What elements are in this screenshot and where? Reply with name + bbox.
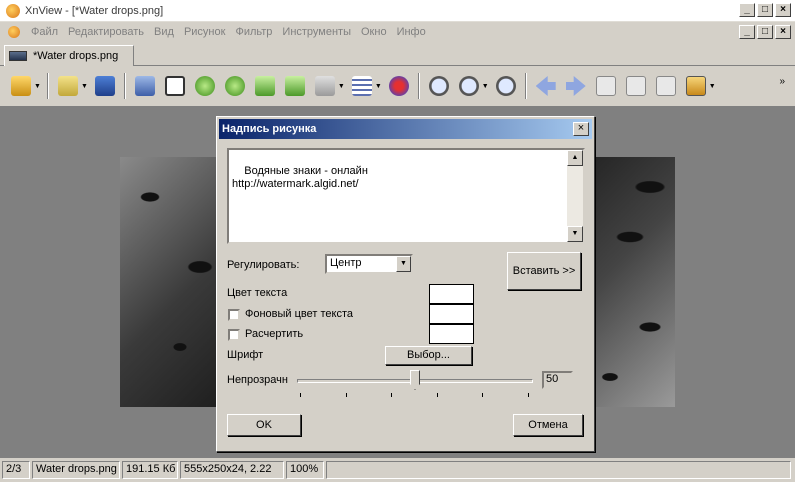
toolbar-separator bbox=[46, 73, 49, 99]
status-zoom: 100% bbox=[286, 461, 324, 479]
rotate-right-icon[interactable] bbox=[222, 73, 248, 99]
tab-bar: *Water drops.png bbox=[0, 42, 795, 66]
slider-tick bbox=[482, 393, 483, 397]
align-value: Центр bbox=[330, 257, 362, 269]
slideshow-icon[interactable] bbox=[683, 73, 709, 99]
app-icon bbox=[6, 3, 20, 18]
chevron-down-icon[interactable]: ▼ bbox=[34, 83, 41, 90]
zoom-out-icon[interactable] bbox=[493, 73, 519, 99]
menu-bar: Файл Редактировать Вид Рисунок Фильтр Ин… bbox=[0, 22, 795, 42]
next-icon[interactable] bbox=[563, 73, 589, 99]
bg-color-label: Фоновый цвет текста bbox=[245, 308, 353, 320]
window-controls: _ □ × bbox=[739, 3, 791, 17]
font-select-button[interactable]: Выбор... bbox=[385, 346, 472, 365]
caption-text-area[interactable]: Водяные знаки - онлайн http://watermark.… bbox=[227, 148, 585, 244]
scroll-up-icon[interactable]: ▲ bbox=[567, 150, 583, 166]
toolbar-separator bbox=[524, 73, 527, 99]
chevron-down-icon[interactable]: ▼ bbox=[81, 83, 88, 90]
text-color-swatch[interactable] bbox=[429, 284, 474, 304]
dialog-title: Надпись рисунка bbox=[219, 119, 592, 139]
slider-tick bbox=[346, 393, 347, 397]
status-filename: Water drops.png bbox=[32, 461, 120, 479]
batch-icon[interactable] bbox=[312, 73, 338, 99]
slider-tick bbox=[300, 393, 301, 397]
fullscreen-icon[interactable] bbox=[653, 73, 679, 99]
mdi-minimize-button[interactable]: _ bbox=[739, 25, 755, 39]
status-filesize: 191.15 Кб bbox=[122, 461, 178, 479]
slider-tick bbox=[437, 393, 438, 397]
browser-icon[interactable] bbox=[8, 73, 34, 99]
chevron-down-icon[interactable]: ▼ bbox=[709, 83, 716, 90]
minimize-button[interactable]: _ bbox=[739, 3, 755, 17]
outline-color-swatch[interactable] bbox=[429, 324, 474, 344]
zoom-icon[interactable] bbox=[456, 73, 482, 99]
opacity-slider-thumb[interactable] bbox=[410, 370, 420, 390]
status-index: 2/3 bbox=[2, 461, 30, 479]
ok-button[interactable]: OK bbox=[227, 414, 301, 436]
menu-image[interactable]: Рисунок bbox=[179, 26, 231, 38]
align-select[interactable]: Центр ▼ bbox=[325, 254, 413, 274]
dialog-close-button[interactable]: × bbox=[573, 122, 589, 136]
save-icon[interactable] bbox=[92, 73, 118, 99]
menu-view[interactable]: Вид bbox=[149, 26, 179, 38]
text-color-label: Цвет текста bbox=[227, 287, 288, 299]
toolbar-separator bbox=[123, 73, 126, 99]
tab-water-drops[interactable]: *Water drops.png bbox=[4, 45, 134, 66]
menu-tools[interactable]: Инструменты bbox=[277, 26, 356, 38]
crop-icon[interactable] bbox=[162, 73, 188, 99]
outline-checkbox[interactable] bbox=[228, 329, 240, 341]
open-folder-icon[interactable] bbox=[55, 73, 81, 99]
scroll-down-icon[interactable]: ▼ bbox=[567, 226, 583, 242]
menu-filter[interactable]: Фильтр bbox=[230, 26, 277, 38]
toolbar: ▼ ▼ ▼ ▼ ▼ ▼ » bbox=[0, 66, 795, 106]
maximize-button[interactable]: □ bbox=[757, 3, 773, 17]
convert-icon[interactable] bbox=[282, 73, 308, 99]
slider-tick bbox=[528, 393, 529, 397]
redeye-icon[interactable] bbox=[386, 73, 412, 99]
chevron-down-icon[interactable]: ▼ bbox=[375, 83, 382, 90]
caption-dialog: Надпись рисунка × Водяные знаки - онлайн… bbox=[216, 116, 595, 452]
last-icon[interactable] bbox=[623, 73, 649, 99]
status-empty bbox=[326, 461, 791, 479]
rotate-left-icon[interactable] bbox=[192, 73, 218, 99]
outline-label: Расчертить bbox=[245, 328, 304, 340]
doc-menu-icon[interactable] bbox=[8, 26, 20, 38]
align-label: Регулировать: bbox=[227, 259, 300, 271]
mdi-restore-button[interactable]: □ bbox=[757, 25, 773, 39]
opacity-label: Непрозрачн bbox=[227, 374, 288, 386]
menu-info[interactable]: Инфо bbox=[392, 26, 431, 38]
window-title: XnView - [*Water drops.png] bbox=[25, 4, 164, 17]
status-bar: 2/3 Water drops.png 191.15 Кб 555x250x24… bbox=[0, 458, 795, 482]
mdi-close-button[interactable]: × bbox=[775, 25, 791, 39]
opacity-value-box[interactable]: 50 bbox=[542, 371, 573, 389]
tab-label: *Water drops.png bbox=[33, 50, 119, 62]
previous-icon[interactable] bbox=[533, 73, 559, 99]
export-icon[interactable] bbox=[252, 73, 278, 99]
caption-text: Водяные знаки - онлайн http://watermark.… bbox=[232, 165, 368, 190]
menu-file[interactable]: Файл bbox=[26, 26, 63, 38]
status-dimensions: 555x250x24, 2.22 bbox=[180, 461, 284, 479]
title-bar: XnView - [*Water drops.png] _ □ × bbox=[0, 0, 795, 22]
first-icon[interactable] bbox=[593, 73, 619, 99]
bg-color-swatch[interactable] bbox=[429, 304, 474, 324]
adjust-icon[interactable] bbox=[349, 73, 375, 99]
menu-window[interactable]: Окно bbox=[356, 26, 392, 38]
insert-button[interactable]: Вставить >> bbox=[507, 252, 581, 290]
menu-edit[interactable]: Редактировать bbox=[63, 26, 149, 38]
zoom-in-icon[interactable] bbox=[426, 73, 452, 99]
toolbar-overflow-icon[interactable]: » bbox=[779, 76, 785, 87]
image-thumb-icon bbox=[9, 51, 27, 61]
close-button[interactable]: × bbox=[775, 3, 791, 17]
font-label: Шрифт bbox=[227, 349, 264, 361]
cancel-button[interactable]: Отмена bbox=[513, 414, 583, 436]
mdi-controls: _ □ × bbox=[739, 25, 791, 39]
chevron-down-icon[interactable]: ▼ bbox=[396, 256, 411, 272]
toolbar-separator bbox=[417, 73, 420, 99]
chevron-down-icon[interactable]: ▼ bbox=[482, 83, 489, 90]
slider-tick bbox=[391, 393, 392, 397]
bg-color-checkbox[interactable] bbox=[228, 309, 240, 321]
text-scrollbar[interactable]: ▲ ▼ bbox=[567, 150, 583, 242]
chevron-down-icon[interactable]: ▼ bbox=[338, 83, 345, 90]
undo-icon[interactable] bbox=[132, 73, 158, 99]
